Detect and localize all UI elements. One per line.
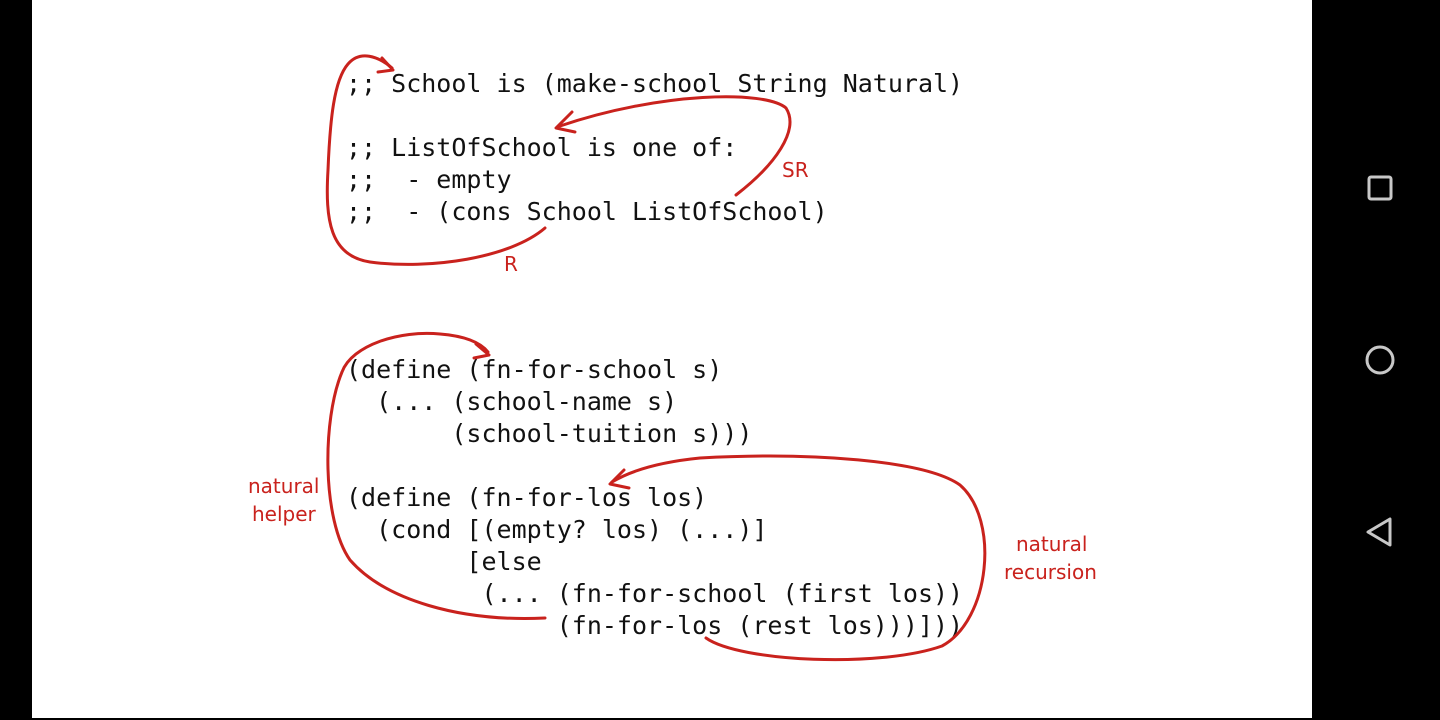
recents-button[interactable]	[1360, 168, 1400, 208]
natural-recursion-label-line1: natural	[1016, 532, 1088, 556]
template-line: (define (fn-for-los los)	[346, 483, 708, 512]
template-line: (fn-for-los (rest los)))]))	[346, 611, 964, 640]
natural-helper-label-line1: natural	[248, 474, 320, 498]
data-definition-line: ;; - (cons School ListOfSchool)	[346, 197, 828, 226]
triangle-back-icon	[1366, 517, 1392, 547]
template-line: (define (fn-for-school s)	[346, 355, 723, 384]
lecture-slide: ;; School is (make-school String Natural…	[32, 0, 1312, 718]
screen: ;; School is (make-school String Natural…	[0, 0, 1440, 720]
template-line: [else	[346, 547, 542, 576]
back-button[interactable]	[1360, 512, 1400, 552]
template-line: (... (fn-for-school (first los))	[346, 579, 964, 608]
home-button[interactable]	[1360, 340, 1400, 380]
circle-icon	[1365, 345, 1395, 375]
data-definition-line: ;; School is (make-school String Natural…	[346, 69, 964, 98]
self-reference-label: SR	[782, 158, 809, 182]
template-line: (school-tuition s)))	[346, 419, 753, 448]
data-definition-line: ;; ListOfSchool is one of:	[346, 133, 738, 162]
navigation-bar	[1312, 0, 1440, 720]
reference-label: R	[504, 252, 518, 276]
data-definition-line: ;; - empty	[346, 165, 512, 194]
natural-recursion-label-line2: recursion	[1004, 560, 1097, 584]
template-line: (cond [(empty? los) (...)]	[346, 515, 768, 544]
template-line: (... (school-name s)	[346, 387, 678, 416]
square-icon	[1367, 175, 1393, 201]
natural-helper-label-line2: helper	[252, 502, 316, 526]
